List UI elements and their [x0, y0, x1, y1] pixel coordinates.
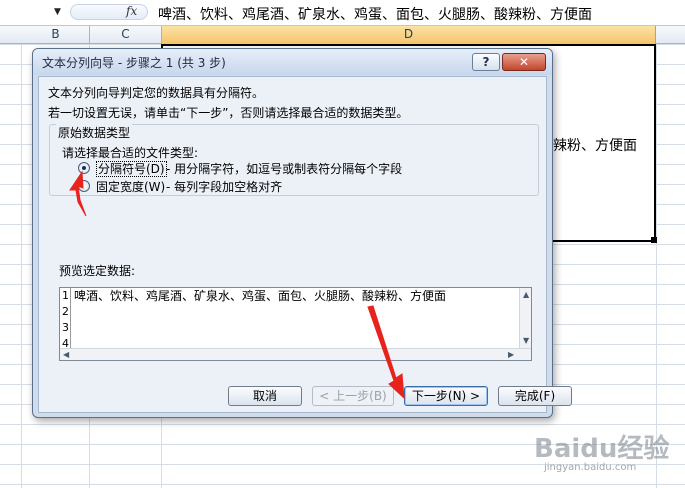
description-line-2: 若一切设置无误，请单击“下一步”，否则请选择最合适的数据类型。: [48, 106, 409, 120]
option-fixed-width-description: - 每列字段加空格对齐: [166, 180, 283, 194]
dialog-body: 文本分列向导判定您的数据具有分隔符。 若一切设置无误，请单击“下一步”，否则请选…: [38, 76, 547, 413]
text-to-columns-dialog: 文本分列向导 - 步骤之 1 (共 3 步) ? ✕ 文本分列向导判定您的数据具…: [32, 48, 572, 418]
watermark-url: jingyan.baidu.com: [544, 462, 637, 473]
namebox-dropdown-icon[interactable]: ▼: [54, 7, 61, 17]
column-headers: B C D: [0, 26, 685, 44]
column-header-c[interactable]: C: [90, 26, 162, 44]
grid-divider: [21, 44, 22, 488]
preview-row-text: 啤酒、饮料、鸡尾酒、矿泉水、鸡蛋、面包、火腿肠、酸辣粉、方便面: [74, 289, 447, 303]
next-button[interactable]: 下一步(N) >: [404, 386, 488, 406]
radio-fixed-width[interactable]: [78, 180, 90, 192]
formula-input[interactable]: 啤酒、饮料、鸡尾酒、矿泉水、鸡蛋、面包、火腿肠、酸辣粉、方便面: [158, 4, 592, 24]
original-data-type-group: 原始数据类型 请选择最合适的文件类型: 分隔符号(D) - 用分隔字符，如逗号或…: [49, 124, 539, 196]
preview-row-gutter: 1 2 3 4: [60, 288, 71, 350]
dialog-title: 文本分列向导 - 步骤之 1 (共 3 步): [42, 56, 226, 70]
help-button[interactable]: ?: [472, 53, 500, 71]
close-button[interactable]: ✕: [502, 53, 546, 71]
formula-bar: ▼ fx 啤酒、饮料、鸡尾酒、矿泉水、鸡蛋、面包、火腿肠、酸辣粉、方便面: [0, 0, 685, 26]
option-fixed-width-label[interactable]: 固定宽度(W): [96, 178, 165, 195]
preview-row-number: 1: [62, 289, 69, 302]
scroll-right-icon[interactable]: ▶: [508, 350, 514, 359]
scroll-left-icon[interactable]: ◀: [63, 350, 69, 359]
dialog-titlebar[interactable]: 文本分列向导 - 步骤之 1 (共 3 步) ? ✕: [33, 49, 552, 75]
watermark: Baidu经验 jingyan.baidu.com: [528, 428, 678, 478]
group-title: 原始数据类型: [56, 124, 133, 141]
scroll-down-icon[interactable]: ▼: [523, 336, 529, 345]
option-delimited-description: - 用分隔字符，如逗号或制表符分隔每个字段: [166, 162, 403, 176]
finish-button[interactable]: 完成(F): [498, 386, 572, 406]
preview-vertical-scrollbar[interactable]: ▲ ▼: [519, 288, 531, 348]
cancel-button[interactable]: 取消: [228, 386, 302, 406]
column-header-b[interactable]: B: [22, 26, 90, 44]
description-line-1: 文本分列向导判定您的数据具有分隔符。: [48, 86, 265, 100]
fill-handle[interactable]: [651, 237, 657, 243]
preview-row-number: 2: [62, 305, 69, 318]
watermark-brand: Baidu经验: [534, 434, 670, 464]
column-header-d[interactable]: D: [162, 26, 656, 44]
insert-function-icon[interactable]: fx: [126, 4, 137, 18]
back-button[interactable]: < 上一步(B): [312, 386, 394, 406]
group-prompt: 请选择最合适的文件类型:: [62, 146, 199, 160]
preview-pane[interactable]: 1 2 3 4 啤酒、饮料、鸡尾酒、矿泉水、鸡蛋、面包、火腿肠、酸辣粉、方便面 …: [59, 287, 532, 361]
preview-horizontal-scrollbar[interactable]: ◀ ▶: [60, 348, 531, 360]
scroll-up-icon[interactable]: ▲: [523, 290, 529, 299]
option-delimited-label-text: 分隔符号(D): [96, 161, 167, 177]
radio-selected-dot: [82, 166, 86, 170]
option-delimited-label[interactable]: 分隔符号(D): [96, 160, 167, 177]
preview-label: 预览选定数据:: [59, 264, 136, 278]
preview-row-number: 3: [62, 321, 69, 334]
grid-divider: [656, 44, 657, 488]
radio-delimited[interactable]: [78, 162, 90, 174]
cell-d-text: 辣粉、方便面: [553, 138, 637, 154]
